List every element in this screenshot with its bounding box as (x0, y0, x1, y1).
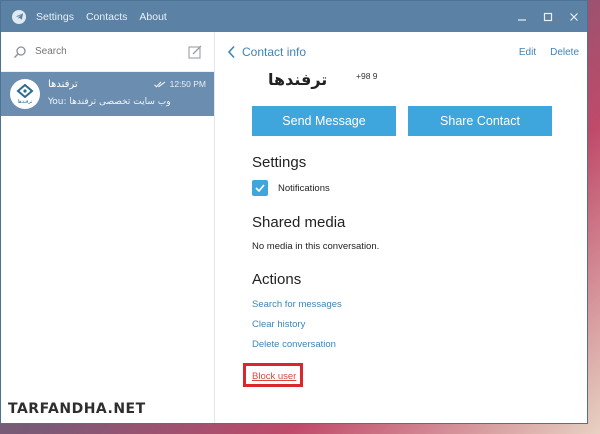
page-title[interactable]: Contact info (242, 45, 306, 59)
profile-phone: +98 9 (356, 71, 378, 81)
minimize-icon[interactable] (509, 7, 535, 27)
menu-settings[interactable]: Settings (36, 11, 74, 23)
search-bar (1, 32, 214, 72)
search-input[interactable] (35, 46, 182, 57)
telegram-logo-icon (12, 9, 26, 24)
menu-about[interactable]: About (139, 11, 166, 23)
search-messages-link[interactable]: Search for messages (252, 299, 342, 310)
contact-info-header: Contact info Edit Delete (216, 32, 587, 72)
chat-list-panel: ترفندها ترفندها 12:50 PM You: وب سایت تخ… (1, 32, 215, 423)
close-icon[interactable] (561, 7, 587, 27)
tarfandha-logo-icon (16, 83, 34, 98)
chat-time: 12:50 PM (153, 79, 206, 89)
chat-preview: You: وب سایت تخصصی ترفندها (48, 97, 171, 107)
back-chevron-icon[interactable] (226, 45, 238, 59)
chat-list-item[interactable]: ترفندها ترفندها 12:50 PM You: وب سایت تخ… (1, 72, 214, 116)
shared-media-empty-text: No media in this conversation. (252, 241, 380, 252)
profile-name: ترفندها (268, 70, 328, 89)
edit-button[interactable]: Edit (519, 47, 536, 58)
chat-name: ترفندها (48, 79, 78, 90)
chat-text: ترفندها 12:50 PM You: وب سایت تخصصی ترفن… (48, 72, 214, 116)
settings-heading: Settings (252, 154, 307, 171)
checkmark-icon (255, 184, 265, 192)
avatar: ترفندها (10, 79, 40, 109)
notifications-label: Notifications (278, 182, 330, 194)
search-icon (14, 45, 26, 58)
contact-action-buttons: Send Message Share Contact (252, 106, 552, 136)
compose-icon[interactable] (188, 45, 202, 59)
delete-conversation-link[interactable]: Delete conversation (252, 339, 336, 350)
contact-info-panel: Contact info Edit Delete ترفندها +98 9 S… (216, 32, 587, 423)
titlebar: Settings Contacts About (1, 1, 587, 32)
clear-history-link[interactable]: Clear history (252, 319, 305, 330)
block-user-link[interactable]: Block user (252, 371, 296, 382)
maximize-icon[interactable] (535, 7, 561, 27)
avatar-label: ترفندها (17, 98, 33, 105)
delete-button[interactable]: Delete (550, 47, 579, 58)
window-controls (509, 7, 587, 27)
notifications-checkbox[interactable] (252, 180, 268, 196)
share-contact-button[interactable]: Share Contact (408, 106, 552, 136)
watermark: TARFANDHA.NET (8, 401, 146, 417)
double-check-icon (153, 81, 165, 88)
notifications-row[interactable]: Notifications (252, 180, 330, 196)
header-actions: Edit Delete (505, 47, 579, 58)
shared-media-heading: Shared media (252, 214, 346, 231)
chat-time-text: 12:50 PM (169, 79, 206, 89)
send-message-button[interactable]: Send Message (252, 106, 396, 136)
app-window: Settings Contacts About Search ترفندها ت… (0, 0, 588, 424)
actions-heading: Actions (252, 271, 302, 288)
menu-contacts[interactable]: Contacts (86, 11, 127, 23)
